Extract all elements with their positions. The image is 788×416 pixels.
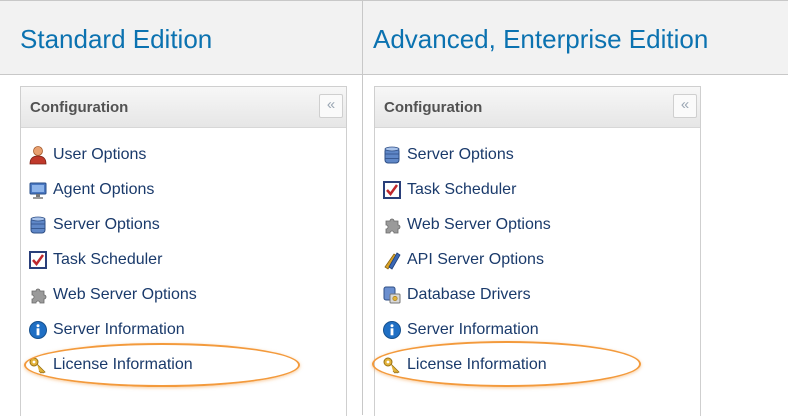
- menu-item-label: Server Options: [53, 215, 160, 233]
- tools-icon: [381, 249, 403, 271]
- monitor-icon: [27, 179, 49, 201]
- menu-item-label: Task Scheduler: [53, 250, 163, 268]
- menu-item-web-server-options[interactable]: Web Server Options: [27, 277, 197, 312]
- database-icon: [27, 214, 49, 236]
- info-icon: [27, 319, 49, 341]
- panel-header: Configuration «: [21, 87, 346, 128]
- menu-item-label: Server Information: [407, 320, 539, 338]
- menu-item-user-options[interactable]: User Options: [27, 137, 197, 172]
- table-column-divider: [362, 0, 363, 415]
- menu-item-label: Database Drivers: [407, 285, 531, 303]
- panel-header: Configuration «: [375, 87, 700, 128]
- panel-title: Configuration: [30, 99, 129, 116]
- checklist-icon: [27, 249, 49, 271]
- puzzle-icon: [381, 214, 403, 236]
- table-top-border: [0, 0, 788, 1]
- standard-edition-heading: Standard Edition: [20, 24, 213, 54]
- menu-item-label: Server Information: [53, 320, 185, 338]
- menu-item-label: Web Server Options: [53, 285, 197, 303]
- advanced-edition-header-cell: Advanced, Enterprise Edition: [363, 0, 788, 74]
- table-header-divider: [0, 74, 788, 75]
- menu-item-label: API Server Options: [407, 250, 544, 268]
- info-icon: [381, 319, 403, 341]
- collapse-button[interactable]: «: [673, 94, 697, 118]
- menu-item-server-information[interactable]: Server Information: [27, 312, 197, 347]
- checklist-icon: [381, 179, 403, 201]
- menu-item-label: Task Scheduler: [407, 180, 517, 198]
- license-highlight-outline: [372, 341, 641, 387]
- puzzle-icon: [27, 284, 49, 306]
- license-highlight-outline: [24, 343, 300, 387]
- menu-item-web-server-options[interactable]: Web Server Options: [381, 207, 551, 242]
- menu-item-label: User Options: [53, 145, 147, 163]
- menu-item-server-options[interactable]: Server Options: [381, 137, 551, 172]
- panel-title: Configuration: [384, 99, 483, 116]
- menu-item-label: Agent Options: [53, 180, 155, 198]
- menu-item-task-scheduler[interactable]: Task Scheduler: [381, 172, 551, 207]
- menu-item-server-options[interactable]: Server Options: [27, 207, 197, 242]
- standard-edition-header-cell: Standard Edition: [0, 0, 362, 74]
- menu-item-task-scheduler[interactable]: Task Scheduler: [27, 242, 197, 277]
- advanced-edition-heading: Advanced, Enterprise Edition: [373, 24, 709, 54]
- user-icon: [27, 144, 49, 166]
- drivers-icon: [381, 284, 403, 306]
- menu-item-api-server-options[interactable]: API Server Options: [381, 242, 551, 277]
- menu-item-label: Server Options: [407, 145, 514, 163]
- editions-table: Standard Edition Advanced, Enterprise Ed…: [0, 0, 788, 416]
- menu-item-label: Web Server Options: [407, 215, 551, 233]
- menu-item-database-drivers[interactable]: Database Drivers: [381, 277, 551, 312]
- collapse-button[interactable]: «: [319, 94, 343, 118]
- database-icon: [381, 144, 403, 166]
- menu-item-agent-options[interactable]: Agent Options: [27, 172, 197, 207]
